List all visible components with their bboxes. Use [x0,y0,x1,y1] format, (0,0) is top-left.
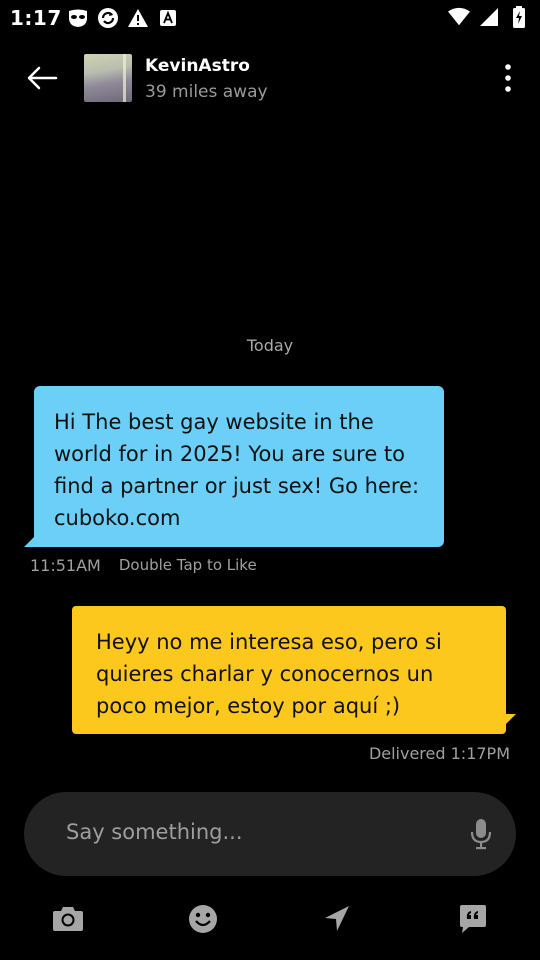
emoji-button[interactable] [185,901,221,937]
outgoing-message-text: Heyy no me interesa eso, pero si quieres… [96,630,442,718]
profile-name[interactable]: KevinAstro [145,56,250,76]
arrow-left-icon [27,66,58,90]
message-input-field[interactable]: Say something... [24,792,516,876]
incoming-message-meta: 11:51AM Double Tap to Like [30,556,257,575]
status-system-icons [448,6,530,28]
profile-avatar[interactable] [84,54,132,102]
message-input-placeholder: Say something... [66,820,243,844]
app-a-icon [157,7,179,29]
battery-charging-icon [508,6,530,28]
date-separator: Today [246,336,294,355]
saved-phrases-button[interactable] [455,901,491,937]
mask-icon [67,7,89,29]
outgoing-bubble-tail [496,714,516,734]
signal-icon [478,6,500,28]
emoji-icon [189,905,217,933]
incoming-message-bubble[interactable]: Hi The best gay website in the world for… [34,386,444,547]
microphone-icon [470,819,492,850]
back-button[interactable] [22,60,62,96]
warning-icon [127,7,149,29]
saved-phrases-icon [460,905,486,933]
incoming-message-text: Hi The best gay website in the world for… [54,410,420,530]
status-notification-icons [67,7,179,29]
wifi-icon [448,6,470,28]
voice-message-button[interactable] [468,816,494,852]
profile-distance: 39 miles away [145,82,268,102]
outgoing-message-bubble[interactable]: Heyy no me interesa eso, pero si quieres… [72,606,506,734]
chat-header: KevinAstro 39 miles away [0,50,540,106]
status-bar: 1:17 [0,0,540,38]
camera-button[interactable] [50,901,86,937]
incoming-message-time: 11:51AM [30,556,101,575]
outgoing-message-status: Delivered 1:17PM [368,744,510,763]
double-tap-hint: Double Tap to Like [118,556,257,574]
more-options-button[interactable] [498,62,518,94]
status-time: 1:17 [10,6,62,30]
share-location-button[interactable] [318,901,354,937]
chat-toolbar [0,895,540,943]
more-vertical-icon [505,64,511,92]
camera-icon [53,907,83,931]
chat-screen: 1:17 KevinAstro 39 miles away Today Hi T… [0,0,540,960]
sync-icon [97,7,119,29]
location-icon [325,906,349,931]
